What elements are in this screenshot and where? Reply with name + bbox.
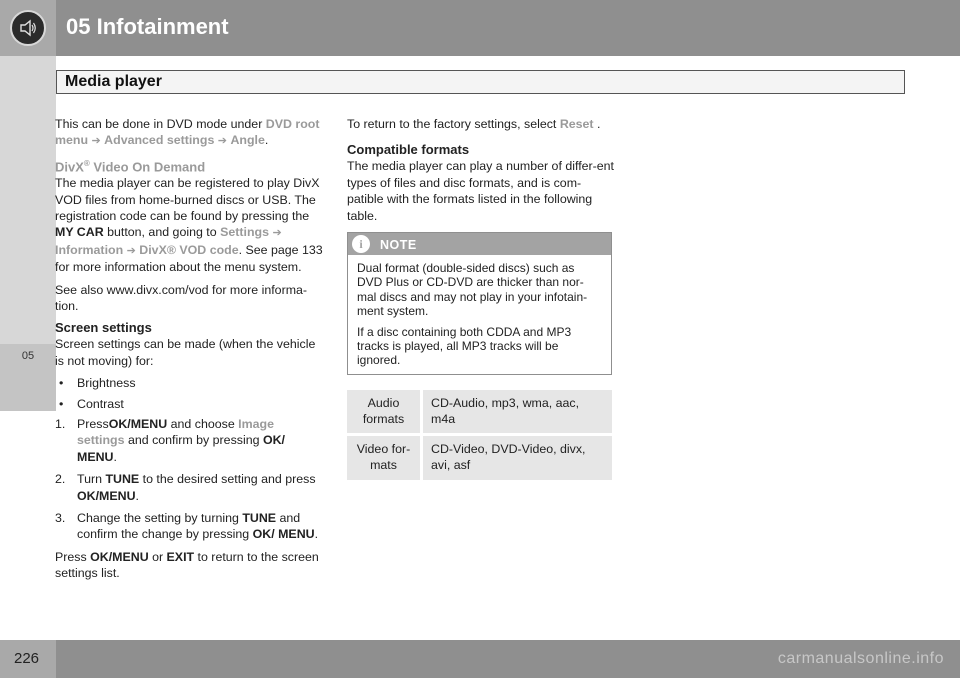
- arrow-right-icon: ➔: [91, 135, 101, 148]
- compatible-formats-text: The media player can play a number of di…: [347, 159, 615, 223]
- note-paragraph: If a disc containing both CDDA and MP3 t…: [357, 324, 572, 368]
- list-item: Brightness: [55, 375, 323, 392]
- step-text: Press: [77, 417, 109, 432]
- compatible-formats-heading: Compatible formats: [347, 142, 470, 158]
- divx-link-paragraph: See also www.divx.com/vod for more infor…: [55, 282, 308, 313]
- my-car-label: MY CAR: [55, 225, 104, 240]
- step-item: 2. Turn TUNE to the desired setting and p…: [55, 471, 323, 504]
- arrow-right-icon: ➔: [126, 244, 136, 257]
- screen-settings-heading: Screen settings: [55, 320, 152, 336]
- button-label: OK/MENU: [108, 417, 168, 432]
- chapter-title: 05 Infotainment: [66, 14, 229, 39]
- divx-heading-text: DivX: [55, 159, 84, 175]
- intro-text: This can be done in DVD mode under: [55, 117, 266, 131]
- button-label: EXIT: [166, 549, 195, 564]
- note-header: i NOTE: [348, 233, 611, 256]
- factory-text: To return to the factory settings, selec…: [347, 117, 560, 131]
- page-footer: 226 carmanualsonline.info: [0, 640, 960, 678]
- divx-text-a: The media player can be registered to pl…: [55, 176, 320, 223]
- table-cell-value: CD-Video, DVD-Video, divx, avi, asf: [423, 436, 612, 481]
- step-text: Change the setting by turning: [77, 511, 243, 526]
- speaker-icon: [10, 10, 46, 46]
- button-label: TUNE: [105, 472, 140, 487]
- step-text: Turn: [77, 472, 106, 487]
- chapter-header: 05 Infotainment: [0, 0, 960, 56]
- button-label: OK/MENU: [77, 488, 136, 503]
- closing-paragraph: Press OK/MENU or EXIT to return to the s…: [55, 549, 323, 582]
- divx-text-b: button, and going to: [103, 225, 221, 240]
- chapter-icon-box: [0, 0, 56, 56]
- settings-bullet-list: Brightness Contrast: [55, 375, 323, 412]
- formats-table: Audio formats CD-Audio, mp3, wma, aac, m…: [347, 387, 612, 483]
- menu-path-advanced: Advanced settings: [104, 133, 215, 148]
- side-tab-label: 05: [21, 350, 35, 362]
- step-text: to the desired setting and press: [139, 472, 316, 487]
- list-item: Contrast: [55, 396, 323, 413]
- intro-paragraph: This can be done in DVD mode under DVD r…: [55, 116, 323, 150]
- step-text: .: [113, 449, 117, 464]
- page-number: 226: [14, 650, 40, 667]
- button-label: TUNE: [242, 511, 277, 526]
- step-item: 3. Change the setting by turning TUNE and…: [55, 510, 323, 543]
- step-number: 3.: [55, 511, 66, 526]
- table-row: Video for-mats CD-Video, DVD-Video, divx…: [347, 436, 612, 481]
- note-title: NOTE: [380, 238, 417, 253]
- arrow-right-icon: ➔: [217, 135, 228, 148]
- table-row: Audio formats CD-Audio, mp3, wma, aac, m…: [347, 389, 612, 434]
- screen-settings-intro: Screen settings can be made (when the ve…: [55, 337, 316, 368]
- factory-end: .: [593, 117, 601, 131]
- menu-path-information: Information: [55, 242, 124, 257]
- step-text: and confirm by pressing: [124, 433, 263, 448]
- factory-paragraph: To return to the factory settings, selec…: [347, 116, 615, 132]
- table-cell-value: CD-Audio, mp3, wma, aac, m4a: [423, 389, 612, 434]
- page-number-box: 226: [0, 640, 56, 678]
- menu-path-divx-vod-code: DivX® VOD code: [139, 242, 239, 257]
- button-label: OK/ MENU: [252, 527, 315, 542]
- watermark: carmanualsonline.info: [777, 650, 944, 667]
- right-column: To return to the factory settings, selec…: [347, 116, 615, 483]
- step-text: and choose: [167, 417, 239, 432]
- closing-text: Press: [55, 549, 91, 564]
- note-box: i NOTE Dual format (double-sided discs) …: [347, 232, 612, 375]
- info-icon: i: [352, 235, 370, 254]
- divx-heading: DivX® Video On Demand: [55, 156, 323, 175]
- step-number: 2.: [55, 472, 66, 487]
- intro-end: .: [264, 133, 269, 148]
- step-text: .: [135, 488, 139, 503]
- menu-path-reset: Reset: [559, 117, 594, 131]
- table-cell-label: Audio formats: [347, 389, 423, 434]
- section-bar: Media player: [56, 70, 905, 94]
- section-title: Media player: [65, 73, 162, 90]
- closing-text: or: [148, 549, 167, 564]
- divx-paragraph: The media player can be registered to pl…: [55, 175, 323, 275]
- step-item: 1. PressOK/MENU and choose Image settings…: [55, 416, 323, 465]
- arrow-right-icon: ➔: [272, 227, 282, 240]
- step-text: .: [314, 527, 319, 542]
- menu-path-angle: Angle: [230, 133, 265, 148]
- note-paragraph: Dual format (double-sided discs) such as…: [357, 261, 588, 319]
- step-number: 1.: [55, 417, 66, 432]
- divx-heading-rest: Video On Demand: [89, 159, 206, 175]
- menu-path-settings: Settings: [220, 225, 269, 240]
- steps-list: 1. PressOK/MENU and choose Image settings…: [55, 416, 323, 543]
- left-column: This can be done in DVD mode under DVD r…: [55, 116, 323, 588]
- button-label: OK/MENU: [90, 549, 149, 564]
- note-body: Dual format (double-sided discs) such as…: [348, 255, 611, 374]
- table-cell-label: Video for-mats: [347, 436, 423, 481]
